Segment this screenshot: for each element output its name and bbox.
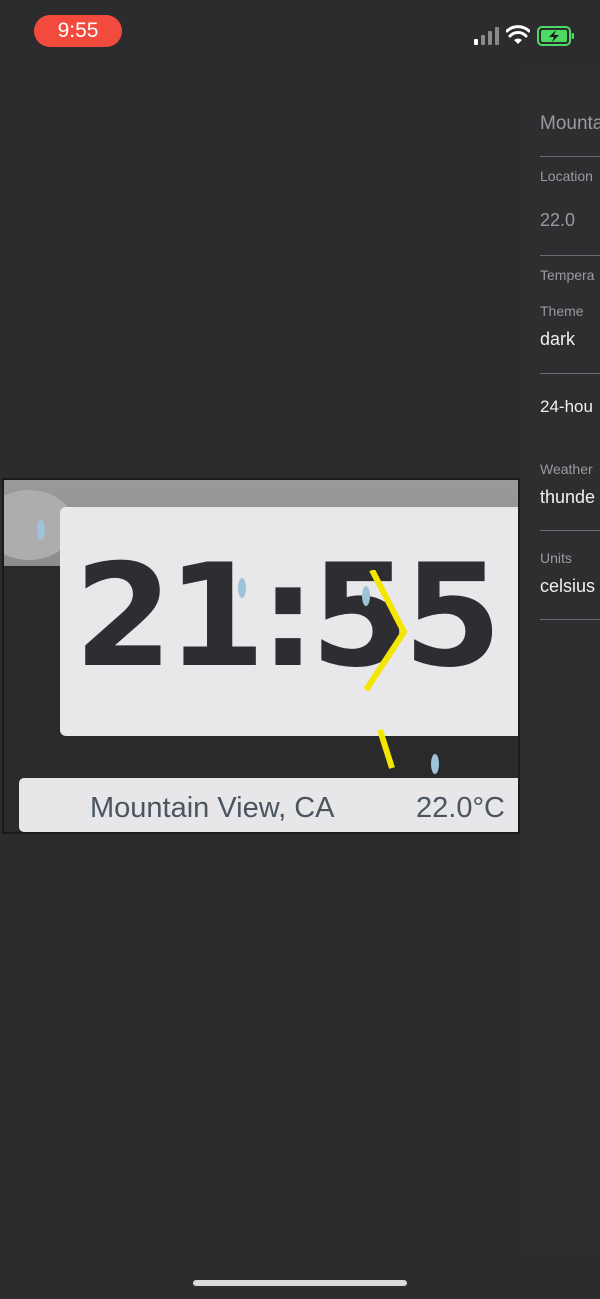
settings-panel: Mounta Location 22.0 Tempera Theme dark … bbox=[520, 64, 600, 1250]
status-time: 9:55 bbox=[34, 15, 122, 47]
raindrop-icon bbox=[37, 520, 45, 540]
divider bbox=[540, 530, 600, 531]
temperature-label: 22.0°C bbox=[416, 792, 505, 824]
units-field-label: Units bbox=[540, 550, 572, 566]
weather-select[interactable]: thunde bbox=[540, 487, 595, 508]
home-indicator[interactable] bbox=[193, 1280, 407, 1286]
location-label: Mountain View, CA bbox=[90, 792, 335, 824]
location-input[interactable]: Mounta bbox=[540, 113, 600, 135]
signal-icon bbox=[474, 27, 499, 45]
divider bbox=[540, 373, 600, 374]
battery-charging-icon bbox=[537, 26, 574, 46]
clock-time: 21:55 bbox=[74, 534, 502, 699]
raindrop-icon bbox=[238, 578, 246, 598]
divider bbox=[540, 255, 600, 256]
temperature-field-label: Tempera bbox=[540, 267, 595, 283]
theme-field-label: Theme bbox=[540, 303, 584, 319]
location-field-label: Location bbox=[540, 168, 593, 184]
divider bbox=[540, 156, 600, 157]
status-bar: 9:55 bbox=[0, 0, 600, 64]
clock-weather-widget: 21:55 Mountain View, CA 22.0°C bbox=[2, 478, 520, 834]
theme-select[interactable]: dark bbox=[540, 329, 575, 350]
lightning-bolt-icon bbox=[364, 570, 407, 769]
temperature-input[interactable]: 22.0 bbox=[540, 210, 575, 231]
raindrop-icon bbox=[431, 754, 439, 774]
units-select[interactable]: celsius bbox=[540, 576, 595, 597]
weather-field-label: Weather bbox=[540, 461, 593, 477]
time-format-toggle[interactable]: 24-hou bbox=[540, 397, 593, 417]
wifi-icon bbox=[506, 25, 530, 44]
divider bbox=[540, 619, 600, 620]
